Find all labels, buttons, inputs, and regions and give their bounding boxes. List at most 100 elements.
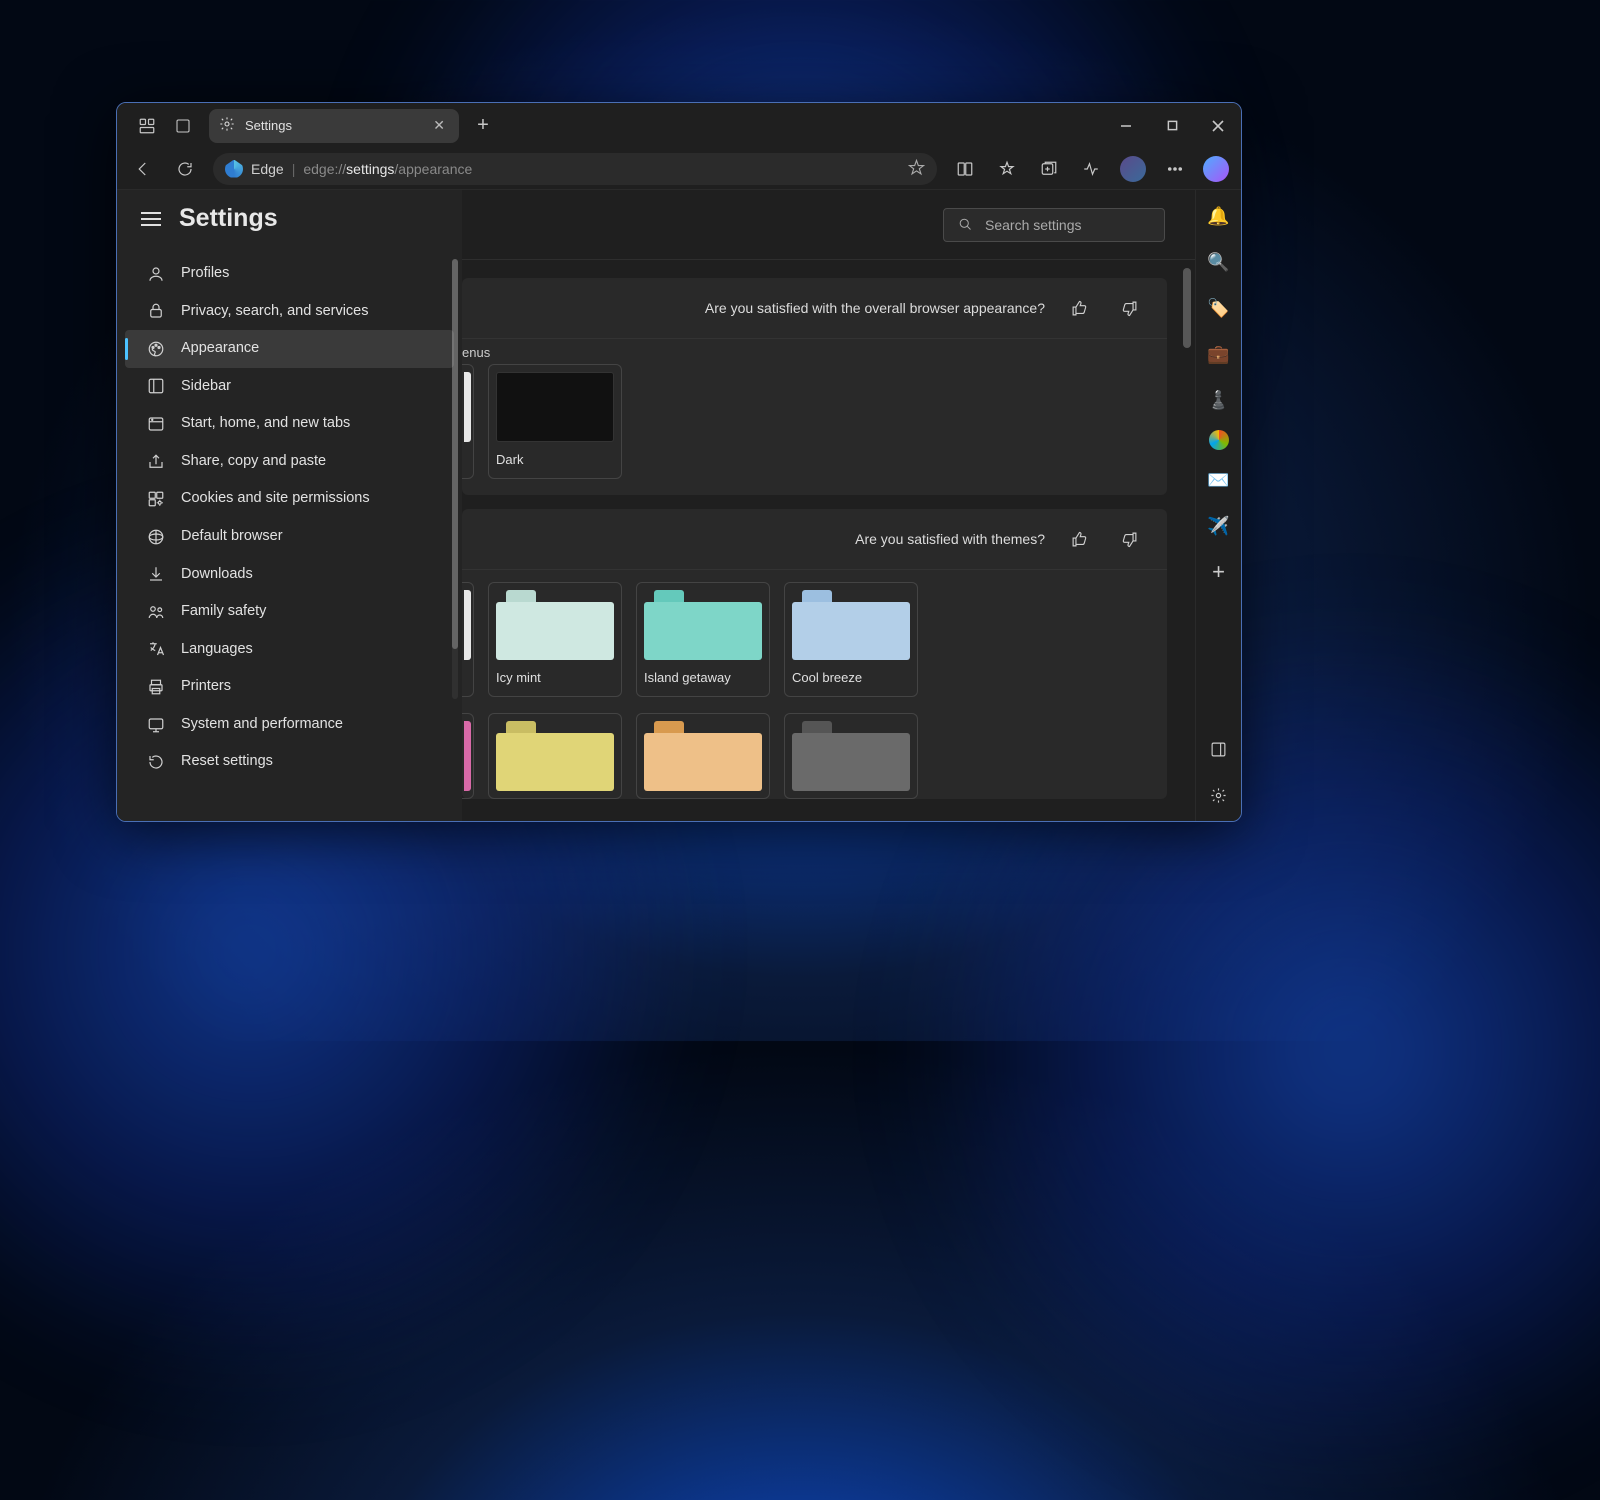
sidebar-drop-icon[interactable]: ✈️ xyxy=(1203,510,1235,542)
close-window-button[interactable] xyxy=(1195,103,1241,148)
theme-card-partial[interactable] xyxy=(462,582,474,697)
cookies-icon xyxy=(147,490,165,508)
sidebar-item-profiles[interactable]: Profiles xyxy=(117,255,462,293)
sidebar-notifications-icon[interactable]: 🔔 xyxy=(1203,200,1235,232)
gear-icon xyxy=(219,116,235,135)
toolbar: Edge | edge://settings/appearance xyxy=(117,148,1241,190)
sidebar-item-reset[interactable]: Reset settings xyxy=(117,743,462,781)
theme-card[interactable] xyxy=(488,713,622,799)
sidebar-item-label: Printers xyxy=(181,677,231,697)
theme-card[interactable]: Icy mint xyxy=(488,582,622,697)
theme-card-dark[interactable]: Dark xyxy=(488,364,622,479)
address-bar[interactable]: Edge | edge://settings/appearance xyxy=(213,153,937,185)
new-tab-button[interactable]: + xyxy=(465,108,501,144)
hamburger-icon[interactable] xyxy=(141,212,161,226)
reset-icon xyxy=(147,753,165,771)
more-button[interactable] xyxy=(1157,151,1193,187)
nav-scrollbar[interactable] xyxy=(452,259,458,699)
scrollbar-thumb[interactable] xyxy=(1183,268,1191,348)
theme-label: Island getaway xyxy=(644,670,762,689)
sidebar-tools-icon[interactable]: 💼 xyxy=(1203,338,1235,370)
theme-card[interactable]: Island getaway xyxy=(636,582,770,697)
tab-settings[interactable]: Settings ✕ xyxy=(209,109,459,143)
thumbs-down-button[interactable] xyxy=(1113,523,1145,555)
thumbs-up-button[interactable] xyxy=(1063,523,1095,555)
settings-main: Search settings Are you satisfied with t… xyxy=(462,190,1195,821)
search-settings-input[interactable]: Search settings xyxy=(943,208,1165,242)
tab-actions-icon[interactable] xyxy=(165,108,201,144)
sidebar-settings-icon[interactable] xyxy=(1203,779,1235,811)
downloads-icon xyxy=(147,565,165,583)
profiles-icon xyxy=(147,265,165,283)
browser-essentials-icon[interactable] xyxy=(1073,151,1109,187)
favorite-icon[interactable] xyxy=(908,159,925,179)
privacy-icon xyxy=(147,302,165,320)
sidebar-item-label: Family safety xyxy=(181,602,266,622)
sidebar-item-languages[interactable]: Languages xyxy=(117,631,462,669)
settings-nav: ProfilesPrivacy, search, and services App… xyxy=(117,251,462,821)
menus-fragment: enus xyxy=(462,339,1167,364)
sidebar-item-printers[interactable]: Printers xyxy=(117,668,462,706)
sidebar-item-system[interactable]: System and performance xyxy=(117,706,462,744)
sidebar-office-icon[interactable] xyxy=(1209,430,1229,450)
theme-card-partial[interactable] xyxy=(462,713,474,799)
theme-card-partial[interactable] xyxy=(462,364,474,479)
printers-icon xyxy=(147,678,165,696)
section-overall-appearance: Are you satisfied with the overall brows… xyxy=(462,278,1167,495)
sidebar-item-default[interactable]: Default browser xyxy=(117,518,462,556)
sidebar-item-share[interactable]: Share, copy and paste xyxy=(117,443,462,481)
split-screen-icon[interactable] xyxy=(947,151,983,187)
sidebar-item-start[interactable]: Start, home, and new tabs xyxy=(117,405,462,443)
theme-label: Icy mint xyxy=(496,670,614,689)
browser-window: Settings ✕ + Edge | ed xyxy=(116,102,1242,822)
sidebar-item-appearance[interactable]: Appearance xyxy=(125,330,454,368)
back-button[interactable] xyxy=(125,151,161,187)
sidebar-outlook-icon[interactable]: ✉️ xyxy=(1203,464,1235,496)
sidebar-item-label: Start, home, and new tabs xyxy=(181,414,350,434)
sidebar-games-icon[interactable]: ♟️ xyxy=(1203,384,1235,416)
sidebar-add-icon[interactable]: + xyxy=(1203,556,1235,588)
sidebar-item-sidebar[interactable]: Sidebar xyxy=(117,368,462,406)
close-tab-icon[interactable]: ✕ xyxy=(429,113,449,138)
maximize-button[interactable] xyxy=(1149,103,1195,148)
system-icon xyxy=(147,716,165,734)
content-area: Settings ProfilesPrivacy, search, and se… xyxy=(117,190,1195,821)
profile-avatar[interactable] xyxy=(1115,151,1151,187)
settings-panel: Settings ProfilesPrivacy, search, and se… xyxy=(117,190,462,821)
sidebar-item-family[interactable]: Family safety xyxy=(117,593,462,631)
refresh-button[interactable] xyxy=(167,151,203,187)
edge-logo-icon xyxy=(225,160,243,178)
sidebar-item-downloads[interactable]: Downloads xyxy=(117,556,462,594)
settings-heading: Settings xyxy=(179,204,278,233)
settings-topbar: Search settings xyxy=(462,190,1195,260)
sidebar-hide-icon[interactable] xyxy=(1203,733,1235,765)
sidebar-shopping-icon[interactable]: 🏷️ xyxy=(1203,292,1235,324)
settings-header: Settings xyxy=(117,190,462,251)
minimize-button[interactable] xyxy=(1103,103,1149,148)
section-themes: Are you satisfied with themes? Icy mint xyxy=(462,509,1167,799)
sidebar-item-label: Reset settings xyxy=(181,752,273,772)
sidebar-item-privacy[interactable]: Privacy, search, and services xyxy=(117,293,462,331)
favorites-icon[interactable] xyxy=(989,151,1025,187)
theme-card[interactable] xyxy=(784,713,918,799)
sidebar-item-label: Languages xyxy=(181,640,253,660)
theme-label: Cool breeze xyxy=(792,670,910,689)
workspaces-icon[interactable] xyxy=(129,108,165,144)
url-scheme: edge:// xyxy=(303,161,346,177)
sidebar-item-cookies[interactable]: Cookies and site permissions xyxy=(117,480,462,518)
sidebar-search-icon[interactable]: 🔍 xyxy=(1203,246,1235,278)
sidebar-item-label: Downloads xyxy=(181,565,253,585)
appearance-icon xyxy=(147,340,165,358)
url-path-rest: /appearance xyxy=(394,161,472,177)
theme-card[interactable] xyxy=(636,713,770,799)
search-icon xyxy=(958,217,973,232)
sidebar-item-label: Appearance xyxy=(181,339,259,359)
theme-card[interactable]: Cool breeze xyxy=(784,582,918,697)
tab-title: Settings xyxy=(245,118,292,133)
feedback-question-2: Are you satisfied with themes? xyxy=(855,531,1045,547)
collections-icon[interactable] xyxy=(1031,151,1067,187)
sidebar-icon xyxy=(147,377,165,395)
thumbs-up-button[interactable] xyxy=(1063,292,1095,324)
copilot-icon[interactable] xyxy=(1203,156,1229,182)
thumbs-down-button[interactable] xyxy=(1113,292,1145,324)
